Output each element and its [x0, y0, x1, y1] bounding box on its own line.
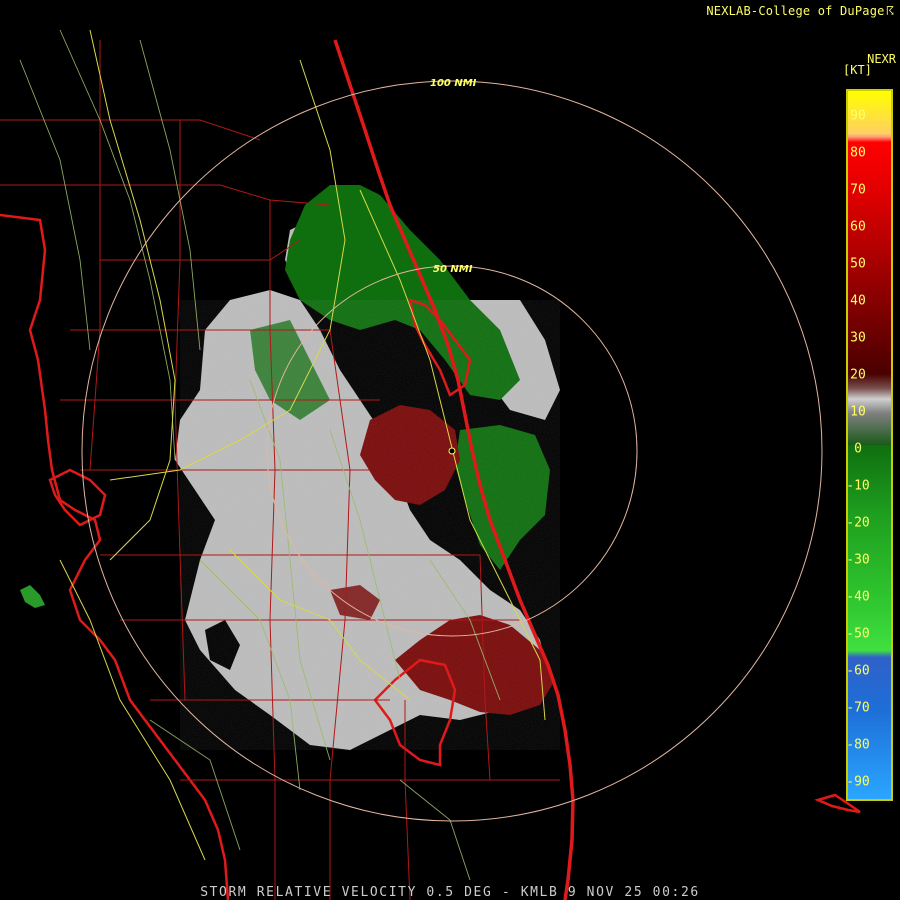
radar-echoes — [20, 185, 560, 750]
colorbar-tick-label: -40 — [846, 589, 870, 605]
radar-map: 100 NMI 50 NMI — [0, 29, 861, 900]
product-description: STORM RELATIVE VELOCITY 0.5 DEG - KMLB 9… — [200, 885, 700, 900]
colorbar-tick-label: 30 — [850, 330, 866, 346]
colorbar-tick-label: 70 — [850, 182, 866, 198]
colorbar-tick-label: -80 — [846, 737, 870, 753]
colorbar-tick-label: -70 — [846, 700, 870, 716]
colorbar-tick-label: -50 — [846, 626, 870, 642]
colorbar-tick-label: 60 — [850, 219, 866, 235]
colorbar-tick-label: 40 — [850, 293, 866, 309]
range-ring-label-50: 50 NMI — [433, 264, 473, 275]
weather-symbol-icon: ☈ — [886, 4, 894, 18]
credit-text: NEXLAB-College of DuPage ☈ — [706, 4, 894, 18]
colorbar-tick-label: 50 — [850, 256, 866, 272]
colorbar-tick-label: 80 — [850, 145, 866, 161]
colorbar-tick-label: -90 — [846, 774, 870, 790]
colorbar-tick-label: 90 — [850, 108, 866, 124]
colorbar-tick-label: -30 — [846, 552, 870, 568]
radar-site-marker — [448, 447, 456, 455]
colorbar-tick-label: 20 — [850, 367, 866, 383]
colorbar-tick-label: -20 — [846, 515, 870, 531]
legend-unit: [KT] — [843, 63, 872, 77]
colorbar-tick-label: -10 — [846, 478, 870, 494]
colorbar-tick-label: 10 — [850, 404, 866, 420]
colorbar-tick-label: -60 — [846, 663, 870, 679]
credit-label: NEXLAB-College of DuPage — [706, 4, 885, 18]
range-ring-label-100: 100 NMI — [430, 78, 477, 89]
echo-speckle — [180, 300, 560, 750]
inbound-echo-small — [20, 585, 45, 608]
colorbar-tick-label: 0 — [854, 441, 862, 457]
